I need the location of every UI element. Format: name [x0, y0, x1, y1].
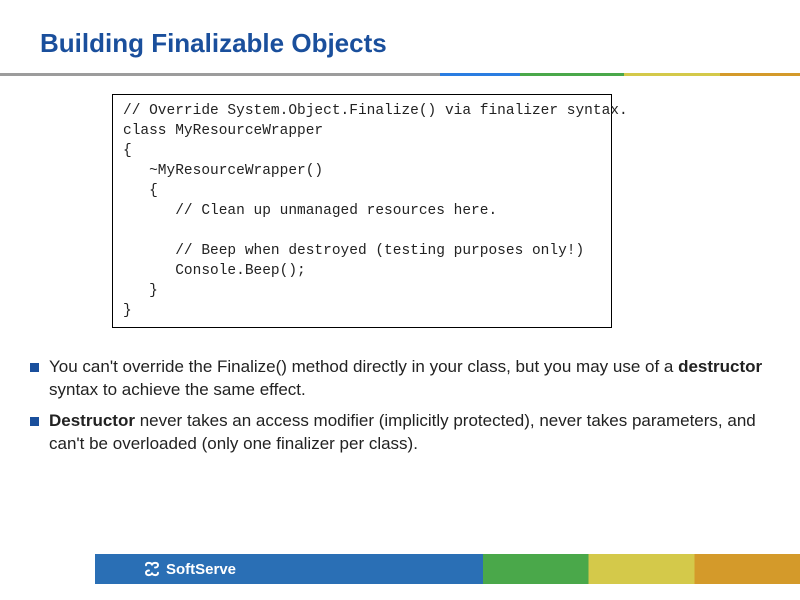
- footer: SoftServe: [0, 554, 800, 584]
- text-run: You can't override the Finalize() method…: [49, 357, 678, 376]
- footer-band: SoftServe: [95, 554, 800, 584]
- code-line: // Override System.Object.Finalize() via…: [123, 103, 628, 119]
- bullet-marker-icon: [30, 363, 39, 372]
- text-run: never takes an access modifier (implicit…: [49, 411, 756, 453]
- code-line: Console.Beep();: [123, 263, 306, 279]
- title-divider: [0, 73, 800, 76]
- text-bold: destructor: [678, 357, 762, 376]
- code-line: // Beep when destroyed (testing purposes…: [123, 243, 584, 259]
- bullet-list: You can't override the Finalize() method…: [30, 356, 770, 456]
- softserve-icon: [143, 560, 161, 578]
- code-line: {: [123, 143, 132, 159]
- list-item: Destructor never takes an access modifie…: [30, 410, 770, 456]
- bullet-text: Destructor never takes an access modifie…: [49, 410, 770, 456]
- slide-title: Building Finalizable Objects: [0, 0, 800, 73]
- code-line: ~MyResourceWrapper(): [123, 163, 323, 179]
- list-item: You can't override the Finalize() method…: [30, 356, 770, 402]
- code-line: }: [123, 303, 132, 319]
- brand-name: SoftServe: [166, 561, 236, 578]
- bullet-marker-icon: [30, 417, 39, 426]
- code-line: {: [123, 183, 158, 199]
- code-line: }: [123, 283, 158, 299]
- code-line: // Clean up unmanaged resources here.: [123, 203, 497, 219]
- brand-logo: SoftServe: [143, 560, 236, 578]
- code-block: // Override System.Object.Finalize() via…: [112, 94, 612, 328]
- text-run: syntax to achieve the same effect.: [49, 380, 306, 399]
- bullet-text: You can't override the Finalize() method…: [49, 356, 770, 402]
- code-line: class MyResourceWrapper: [123, 123, 323, 139]
- text-bold: Destructor: [49, 411, 135, 430]
